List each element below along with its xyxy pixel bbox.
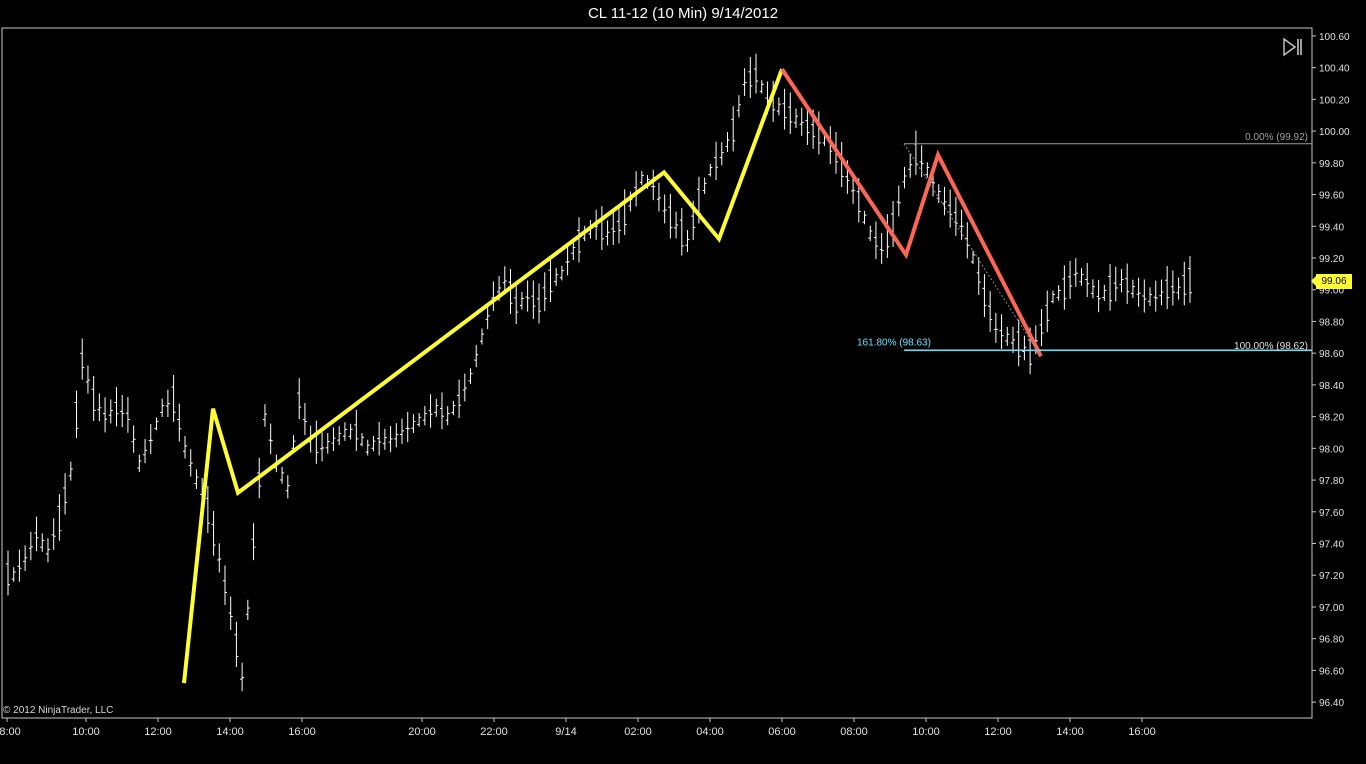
x-tick-label: 06:00: [768, 726, 796, 738]
y-tick-label: 97.20: [1319, 571, 1344, 582]
x-tick-label: 20:00: [408, 726, 436, 738]
x-tick-label: 16:00: [1128, 726, 1156, 738]
x-tick-label: 14:00: [1056, 726, 1084, 738]
x-tick-label: 10:00: [72, 726, 100, 738]
y-tick-label: 96.40: [1319, 698, 1344, 709]
y-tick-label: 98.40: [1319, 381, 1344, 392]
x-tick-label: 16:00: [288, 726, 316, 738]
x-tick-label: 08:00: [840, 726, 868, 738]
y-tick-label: 97.40: [1319, 540, 1344, 551]
last-price-badge: 99.06: [1311, 274, 1352, 289]
plot-frame: [1, 27, 1313, 719]
y-tick-label: 100.00: [1319, 127, 1350, 138]
y-tick-label: 97.60: [1319, 508, 1344, 519]
y-tick-label: 98.20: [1319, 413, 1344, 424]
y-tick-label: 98.80: [1319, 317, 1344, 328]
y-tick-label: 99.20: [1319, 254, 1344, 265]
fib-161-label: 161.80% (98.63): [857, 337, 931, 348]
y-tick-label: 98.00: [1319, 444, 1344, 455]
x-tick-label: 22:00: [480, 726, 508, 738]
swing-up-line: [182, 68, 784, 684]
y-tick-label: 100.60: [1319, 32, 1350, 43]
y-tick-label: 99.40: [1319, 222, 1344, 233]
x-tick-label: 12:00: [144, 726, 172, 738]
swing-down-line: [780, 68, 1043, 358]
x-tick-label: 10:00: [912, 726, 940, 738]
x-tick-label: 14:00: [216, 726, 244, 738]
x-tick-label: 08:00: [0, 726, 21, 738]
y-tick-label: 99.60: [1319, 191, 1344, 202]
x-tick-label: 12:00: [984, 726, 1012, 738]
x-tick-label: 04:00: [696, 726, 724, 738]
y-tick-label: 100.40: [1319, 64, 1350, 75]
y-tick-label: 98.60: [1319, 349, 1344, 360]
copyright-text: © 2012 NinjaTrader, LLC: [3, 705, 114, 716]
fib-anchor-line: [903, 143, 1042, 357]
y-tick-label: 96.80: [1319, 635, 1344, 646]
y-tick-label: 100.20: [1319, 95, 1350, 106]
x-tick-label: 9/14: [555, 726, 576, 738]
fib-100-label: 100.00% (98.62): [1234, 341, 1308, 352]
y-tick-label: 96.60: [1319, 666, 1344, 677]
fib-0-label: 0.00% (99.92): [1245, 132, 1308, 143]
price-chart[interactable]: 100.60 100.40 100.20 100.00 99.80 99.60 99.40 9…: [0, 0, 1366, 764]
y-tick-label: 99.80: [1319, 159, 1344, 170]
y-tick-label: 97.80: [1319, 476, 1344, 487]
skip-to-end-icon[interactable]: [1282, 37, 1304, 57]
y-tick-label: 97.00: [1319, 603, 1344, 614]
x-tick-label: 02:00: [624, 726, 652, 738]
